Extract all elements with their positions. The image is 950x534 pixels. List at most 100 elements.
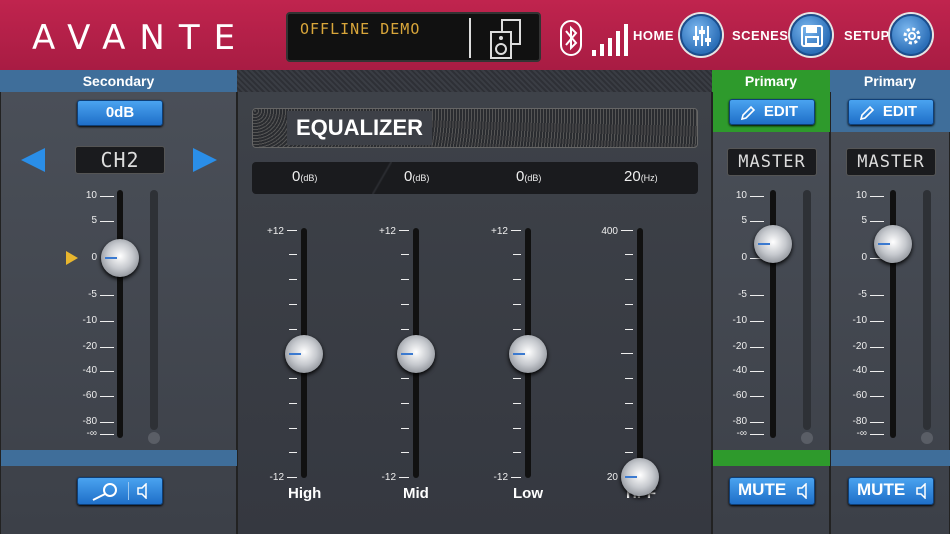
- fader-scale-label: -5: [738, 289, 747, 300]
- high-fader-knob[interactable]: [285, 335, 323, 373]
- scale-tick: [100, 434, 114, 435]
- fader-scale-label: -∞: [736, 428, 747, 439]
- scale-tick: [100, 422, 114, 423]
- fader-scale-label: -20: [82, 341, 97, 352]
- fader-scale-label: -10: [732, 315, 747, 326]
- pencil-icon: [859, 105, 875, 121]
- fader-scale-label: 10: [735, 190, 747, 201]
- display-divider: [469, 18, 471, 58]
- scale-tick: [100, 396, 114, 397]
- eq-value-high: 0(dB): [292, 168, 318, 185]
- scale-tick: [100, 295, 114, 296]
- fader-scale-label: -∞: [86, 428, 97, 439]
- fader-scale-label: 0: [861, 252, 867, 263]
- fader-scale-label: -80: [82, 416, 97, 427]
- fader-scale-label: -80: [852, 416, 867, 427]
- eq-value-hpf: 20(Hz): [624, 168, 658, 185]
- speaker-volume-icon: [916, 483, 926, 499]
- level-meter: [803, 190, 811, 430]
- setup-button[interactable]: [890, 14, 932, 56]
- fader-scale-label: -∞: [856, 428, 867, 439]
- nav-home-label[interactable]: HOME: [633, 28, 674, 43]
- brand-logo: AVANTE: [32, 18, 250, 58]
- clip-indicator: [148, 432, 160, 444]
- fader-scale-label: -20: [732, 341, 747, 352]
- band-label-high: High: [288, 485, 322, 502]
- fader-scale-label: 0: [741, 252, 747, 263]
- fader-scale-label: -60: [82, 390, 97, 401]
- band-top-label: +12: [267, 226, 284, 237]
- band-label-mid: Mid: [403, 485, 429, 502]
- band-top-label: +12: [491, 226, 508, 237]
- fader-scale-label: -5: [88, 289, 97, 300]
- top-bar: AVANTE OFFLINE DEMO HOME SCENES SETUP: [0, 0, 950, 70]
- primary2-panel: EDIT MASTER 10 5 0 -5 -10 -20 -40 -60 -8…: [830, 92, 950, 534]
- scale-tick: [100, 221, 114, 222]
- nav-setup-label[interactable]: SETUP: [844, 28, 890, 43]
- channel-display: CH2: [75, 146, 165, 174]
- scale-tick: [100, 371, 114, 372]
- secondary-fader-knob[interactable]: [101, 239, 139, 277]
- secondary-panel: 0dB CH2 10 5 0 -5 -10 -20 -40 -60 -80 -∞: [0, 92, 238, 534]
- mic-mute-button[interactable]: [77, 477, 163, 505]
- primary1-title: Primary: [744, 73, 798, 89]
- low-fader-knob[interactable]: [509, 335, 547, 373]
- status-display: OFFLINE DEMO: [286, 12, 541, 62]
- microphone-icon: [92, 483, 117, 501]
- home-button[interactable]: [680, 14, 722, 56]
- level-meter: [923, 190, 931, 430]
- scenes-button[interactable]: [790, 14, 832, 56]
- status-text: OFFLINE DEMO: [300, 20, 421, 38]
- speaker-volume-icon: [137, 483, 147, 499]
- next-channel-icon[interactable]: [191, 146, 219, 174]
- save-disk-icon: [801, 25, 823, 47]
- fader-scale-label: -60: [852, 390, 867, 401]
- equalizer-title: EQUALIZER: [287, 111, 432, 145]
- scale-tick: [100, 321, 114, 322]
- fader-scale-label: 10: [85, 190, 97, 201]
- mixer-icon: [693, 26, 711, 46]
- bluetooth-icon[interactable]: [560, 20, 582, 56]
- fader-scale-label: -20: [852, 341, 867, 352]
- band-top-label: +12: [379, 226, 396, 237]
- signal-strength-icon: [592, 24, 628, 56]
- fader-scale-label: -40: [732, 365, 747, 376]
- hpf-fader-knob[interactable]: [621, 458, 659, 496]
- level-pointer-icon: [66, 251, 78, 265]
- hpf-fader-track[interactable]: [637, 228, 643, 478]
- level-meter: [150, 190, 158, 430]
- fader-scale-label: -40: [82, 365, 97, 376]
- equalizer-values: 0(dB) 0(dB) 0(dB) 20(Hz): [252, 162, 698, 194]
- equalizer-header: EQUALIZER: [252, 108, 698, 148]
- primary2-mute-button[interactable]: MUTE: [848, 477, 934, 505]
- primary1-fader-knob[interactable]: [754, 225, 792, 263]
- fader-scale-label: 5: [861, 215, 867, 226]
- primary1-display: MASTER: [727, 148, 817, 176]
- primary2-edit-button[interactable]: EDIT: [848, 99, 934, 125]
- band-label-low: Low: [513, 485, 543, 502]
- clip-indicator: [801, 432, 813, 444]
- scale-tick: [100, 347, 114, 348]
- primary2-display: MASTER: [846, 148, 936, 176]
- nav-scenes-label[interactable]: SCENES: [732, 28, 788, 43]
- primary1-mute-button[interactable]: MUTE: [729, 477, 815, 505]
- speaker-volume-icon: [797, 483, 807, 499]
- band-bottom-label: 20: [606, 472, 618, 483]
- fader-scale-label: -10: [82, 315, 97, 326]
- primary2-fader-knob[interactable]: [874, 225, 912, 263]
- fader-scale-label: 5: [741, 215, 747, 226]
- mid-fader-knob[interactable]: [397, 335, 435, 373]
- previous-channel-icon[interactable]: [19, 146, 47, 174]
- primary1-footer-strip: [713, 450, 831, 466]
- fader-scale-label: -60: [732, 390, 747, 401]
- secondary-footer-strip: [1, 450, 238, 466]
- primary1-panel: EDIT MASTER 10 5 0 -5 -10 -20 -40 -60 -8…: [712, 92, 831, 534]
- primary1-edit-button[interactable]: EDIT: [729, 99, 815, 125]
- scale-tick: [100, 196, 114, 197]
- gear-icon: [903, 27, 921, 45]
- fader-scale-label: -40: [852, 365, 867, 376]
- fader-scale-label: -5: [858, 289, 867, 300]
- speaker-icon: [490, 19, 521, 59]
- secondary-fader-track[interactable]: [117, 190, 123, 438]
- gain-button[interactable]: 0dB: [77, 100, 163, 126]
